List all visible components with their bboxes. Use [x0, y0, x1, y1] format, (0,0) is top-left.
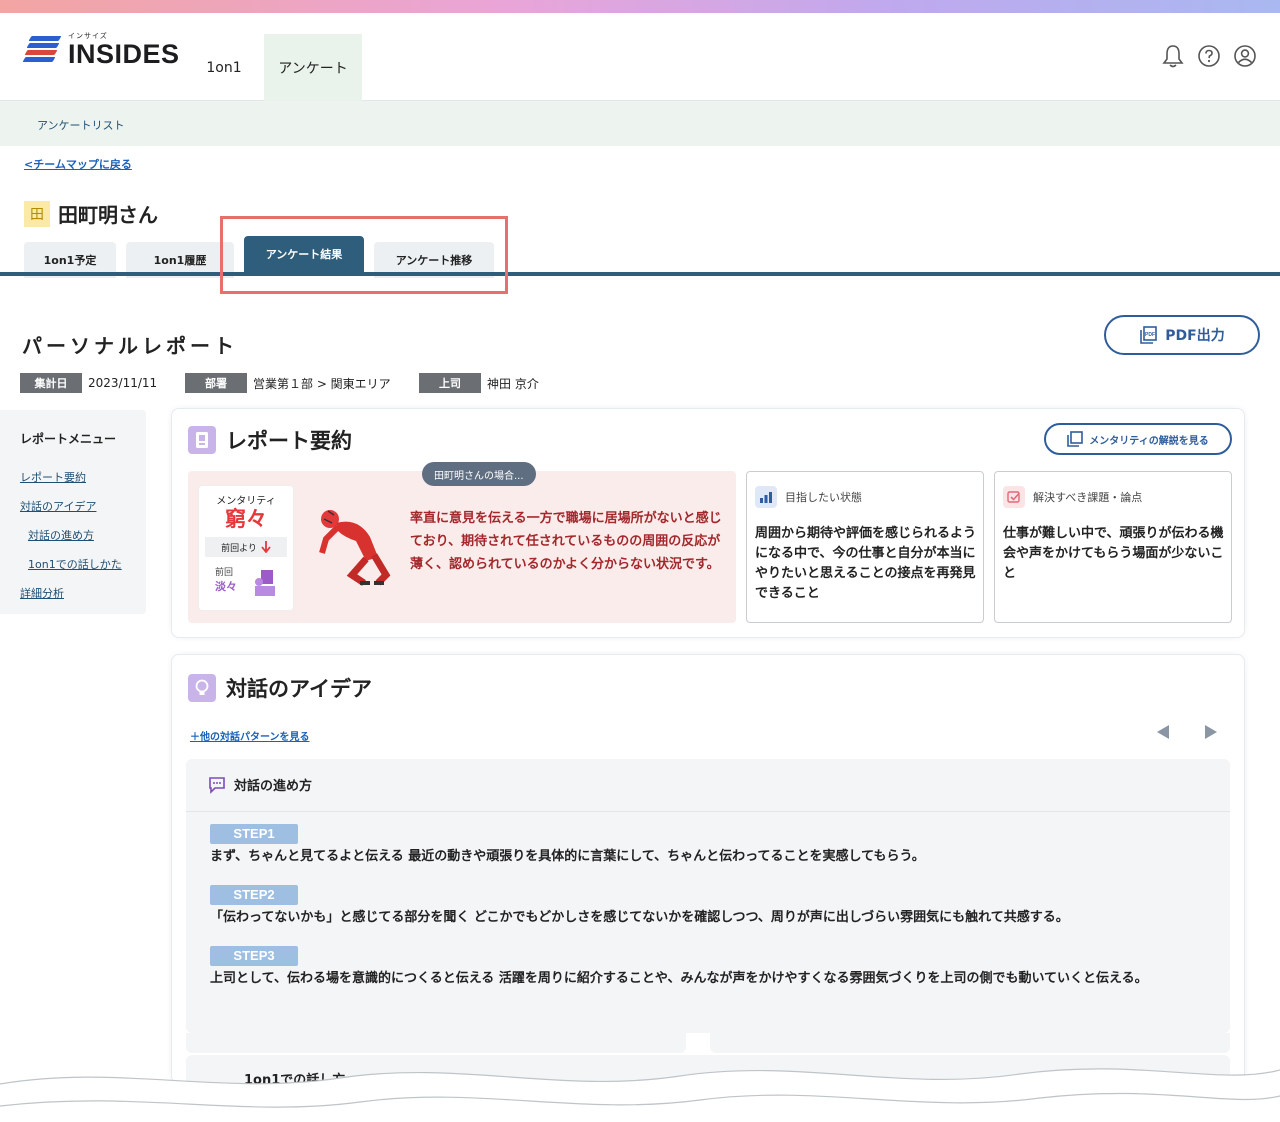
- logo-text: INSIDES: [68, 39, 180, 69]
- check-icon: [1003, 486, 1025, 508]
- side-link-dialog-steps[interactable]: 対話の進め方: [28, 527, 146, 543]
- logo[interactable]: インサイズ INSIDES: [22, 31, 180, 69]
- tab-underline: [0, 272, 1280, 276]
- lightbulb-icon: [188, 674, 216, 702]
- lower-panel: [710, 1033, 1230, 1053]
- arrow-right-icon: [1205, 725, 1217, 739]
- step-item: STEP2 「伝わってないかも」と感じてる部分を聞く どこかでもどかしさを感じて…: [210, 884, 1210, 929]
- svg-text:PDF: PDF: [1145, 332, 1155, 338]
- survey-list-link[interactable]: アンケートリスト: [37, 117, 125, 133]
- step-text: 「伝わってないかも」と感じてる部分を聞く どこかでもどかしさを感じてないかを確認…: [210, 910, 1069, 925]
- next-pattern-button[interactable]: [1196, 717, 1226, 747]
- top-gradient-bar: [0, 0, 1280, 13]
- goal-state-box: 目指したい状態 周囲から期待や評価を感じられるようになる中で、今の仕事と自分が本…: [746, 471, 984, 623]
- help-icon[interactable]: [1196, 43, 1222, 69]
- report-summary-card: レポート要約 メンタリティの解説を見る 田町明さんの場合... メンタリティ 窮…: [171, 408, 1245, 638]
- issue-text: 仕事が難しい中で、頑張りが伝わる機会や声をかけてもらう場面が少ないこと: [1003, 526, 1224, 581]
- step-text: まず、ちゃんと見てるよと伝える 最近の動きや頑張りを具体的に言葉にして、ちゃんと…: [210, 849, 925, 864]
- meta-boss: 上司 神田 京介: [419, 373, 539, 393]
- user-heading: 田 田町明さん: [24, 199, 158, 228]
- previous-figure-icon: [255, 570, 275, 596]
- step-item: STEP1 まず、ちゃんと見てるよと伝える 最近の動きや頑張りを具体的に言葉にし…: [210, 823, 1210, 868]
- nav-tab-1on1[interactable]: 1on1: [190, 34, 258, 101]
- step-text: 上司として、伝わる場を意識的につくると伝える 活躍を周りに紹介することや、みんな…: [210, 971, 1148, 986]
- issue-head: 解決すべき課題・論点: [1033, 491, 1143, 504]
- mentality-description: 率直に意見を伝える一方で職場に居場所がないと感じており、期待されて任されているも…: [410, 511, 722, 572]
- mentality-box: メンタリティ 窮々 前回より 前回 淡々: [198, 485, 294, 611]
- dialog-title: 対話のアイデア: [188, 673, 372, 703]
- chart-icon: [755, 486, 777, 508]
- goal-state-head: 目指したい状態: [785, 491, 862, 504]
- issue-box: 解決すべき課題・論点 仕事が難しい中で、頑張りが伝わる機会や声をかけてもらう場面…: [994, 471, 1232, 623]
- account-icon[interactable]: [1232, 43, 1258, 69]
- goal-state-text: 周囲から期待や評価を感じられるようになる中で、今の仕事と自分が本当にやりたいと思…: [755, 526, 977, 601]
- lower-panel: [186, 1033, 686, 1053]
- compare-row: 前回より: [205, 537, 287, 557]
- more-dialog-patterns-link[interactable]: ＋他の対話パターンを見る: [190, 728, 310, 743]
- dialog-steps-head: 対話の進め方: [208, 775, 312, 794]
- app-header: インサイズ INSIDES 1on1 アンケート: [0, 13, 1280, 101]
- meta-date-value: 2023/11/11: [88, 376, 158, 390]
- step-item: STEP3 上司として、伝わる場を意識的につくると伝える 活躍を周りに紹介するこ…: [210, 945, 1210, 990]
- dialog-steps-title: 対話の進め方: [234, 779, 313, 794]
- meta-date-label: 集計日: [20, 373, 82, 393]
- mentality-summary-panel: 田町明さんの場合... メンタリティ 窮々 前回より 前回 淡々 率直に意見を伝…: [188, 462, 736, 623]
- annotation-highlight-box: [220, 216, 508, 294]
- meta-department: 部署 営業第１部 > 関東エリア: [185, 373, 391, 393]
- page-title: パーソナルレポート: [22, 334, 238, 358]
- side-menu-title: レポートメニュー: [20, 432, 117, 446]
- pdf-export-button[interactable]: PDF PDF出力: [1104, 315, 1260, 355]
- arrow-down-icon: [261, 541, 271, 553]
- mentality-label: メンタリティ: [216, 496, 276, 507]
- report-icon: [188, 426, 216, 454]
- case-bubble: 田町明さんの場合...: [422, 462, 536, 486]
- side-link-dialog-ideas[interactable]: 対話のアイデア: [20, 498, 146, 514]
- chat-icon: [209, 776, 225, 794]
- mentality-explanation-button[interactable]: メンタリティの解説を見る: [1044, 423, 1232, 455]
- meta-date: 集計日 2023/11/11: [20, 373, 157, 393]
- meta-dept-value: 営業第１部 > 関東エリア: [253, 376, 391, 391]
- side-link-1on1-talk[interactable]: 1on1での話しかた: [28, 556, 146, 572]
- step-badge: STEP2: [210, 885, 298, 905]
- compare-label: 前回より: [221, 543, 257, 554]
- user-avatar-badge: 田: [24, 200, 50, 227]
- nav-tab-survey[interactable]: アンケート: [264, 34, 362, 101]
- pdf-button-label: PDF出力: [1165, 328, 1225, 344]
- report-side-menu: レポートメニュー レポート要約 対話のアイデア 対話の進め方 1on1での話しか…: [0, 410, 146, 614]
- torn-edge-decoration: [0, 1068, 1280, 1122]
- summary-title: レポート要約: [188, 425, 352, 455]
- steps-divider: [186, 811, 1230, 812]
- pdf-icon: PDF: [1140, 326, 1158, 344]
- mentality-value: 窮々: [225, 507, 267, 531]
- dialog-ideas-card: 対話のアイデア ＋他の対話パターンを見る 対話の進め方 STEP1 まず、ちゃん…: [171, 654, 1245, 1088]
- step-badge: STEP3: [210, 946, 298, 966]
- arrow-left-icon: [1157, 725, 1169, 739]
- dialog-steps-panel: 対話の進め方 STEP1 まず、ちゃんと見てるよと伝える 最近の動きや頑張りを具…: [186, 759, 1230, 1033]
- side-link-detail-analysis[interactable]: 詳細分析: [20, 585, 146, 601]
- user-name: 田町明さん: [58, 203, 158, 227]
- distressed-person-illustration: [319, 510, 391, 586]
- copy-icon: [1067, 431, 1084, 447]
- logo-mark-icon: [22, 33, 62, 65]
- explain-button-label: メンタリティの解説を見る: [1089, 435, 1209, 447]
- meta-boss-value: 神田 京介: [487, 376, 539, 391]
- dialog-title-text: 対話のアイデア: [226, 677, 372, 701]
- meta-boss-label: 上司: [419, 373, 481, 393]
- back-to-team-map-link[interactable]: <チームマップに戻る: [24, 156, 132, 172]
- summary-title-text: レポート要約: [226, 429, 352, 453]
- meta-dept-label: 部署: [185, 373, 247, 393]
- bell-icon[interactable]: [1160, 43, 1186, 69]
- prev-pattern-button[interactable]: [1148, 717, 1178, 747]
- step-badge: STEP1: [210, 824, 298, 844]
- sub-navigation-bar: アンケートリスト: [0, 101, 1280, 146]
- side-link-summary[interactable]: レポート要約: [20, 469, 146, 485]
